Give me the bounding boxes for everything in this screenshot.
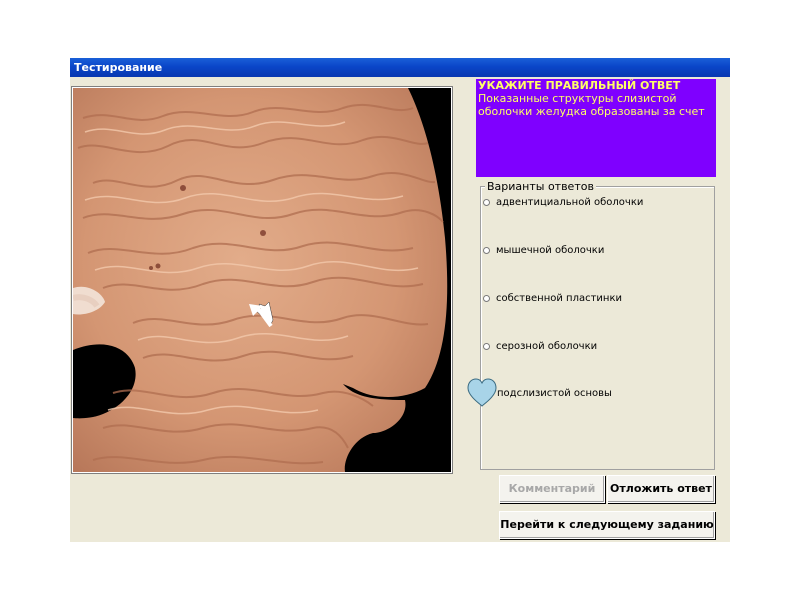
answer-option-3[interactable]: собственной пластинки <box>483 291 622 307</box>
answer-option-5[interactable]: подслизистой основы <box>497 386 612 402</box>
radio-button[interactable] <box>483 294 490 302</box>
test-window: Тестирование УКАЖИТЕ ПРАВИЛЬНЫЙ ОТВЕТ По… <box>70 58 730 542</box>
question-text: Показанные структуры слизистой оболочки … <box>478 92 705 118</box>
radio-button[interactable] <box>483 342 490 350</box>
heart-cursor-icon <box>467 378 497 407</box>
next-task-button[interactable]: Перейти к следующему заданию <box>499 511 715 539</box>
answer-options-group: Варианты ответов адвентициальной оболочк… <box>480 180 715 470</box>
question-panel: УКАЖИТЕ ПРАВИЛЬНЫЙ ОТВЕТ Показанные стру… <box>476 79 716 177</box>
answer-option-label: собственной пластинки <box>496 293 622 304</box>
answer-option-4[interactable]: серозной оболочки <box>483 339 597 355</box>
answer-option-1[interactable]: адвентициальной оболочки <box>483 195 643 211</box>
answer-options-legend: Варианты ответов <box>485 180 596 193</box>
specimen-image-frame <box>71 86 453 474</box>
answer-option-2[interactable]: мышечной оболочки <box>483 243 604 259</box>
answer-option-label: подслизистой основы <box>497 388 612 399</box>
radio-button[interactable] <box>483 246 490 254</box>
postpone-answer-button[interactable]: Отложить ответ <box>607 475 715 503</box>
answer-option-label: серозной оболочки <box>496 341 598 352</box>
stomach-mucosa-image <box>73 88 451 472</box>
comment-button[interactable]: Комментарий <box>499 475 605 503</box>
question-heading: УКАЖИТЕ ПРАВИЛЬНЫЙ ОТВЕТ <box>478 79 681 92</box>
answer-option-label: мышечной оболочки <box>496 245 605 256</box>
answer-option-label: адвентициальной оболочки <box>496 197 644 208</box>
window-title: Тестирование <box>70 58 730 77</box>
radio-button[interactable] <box>483 198 490 206</box>
